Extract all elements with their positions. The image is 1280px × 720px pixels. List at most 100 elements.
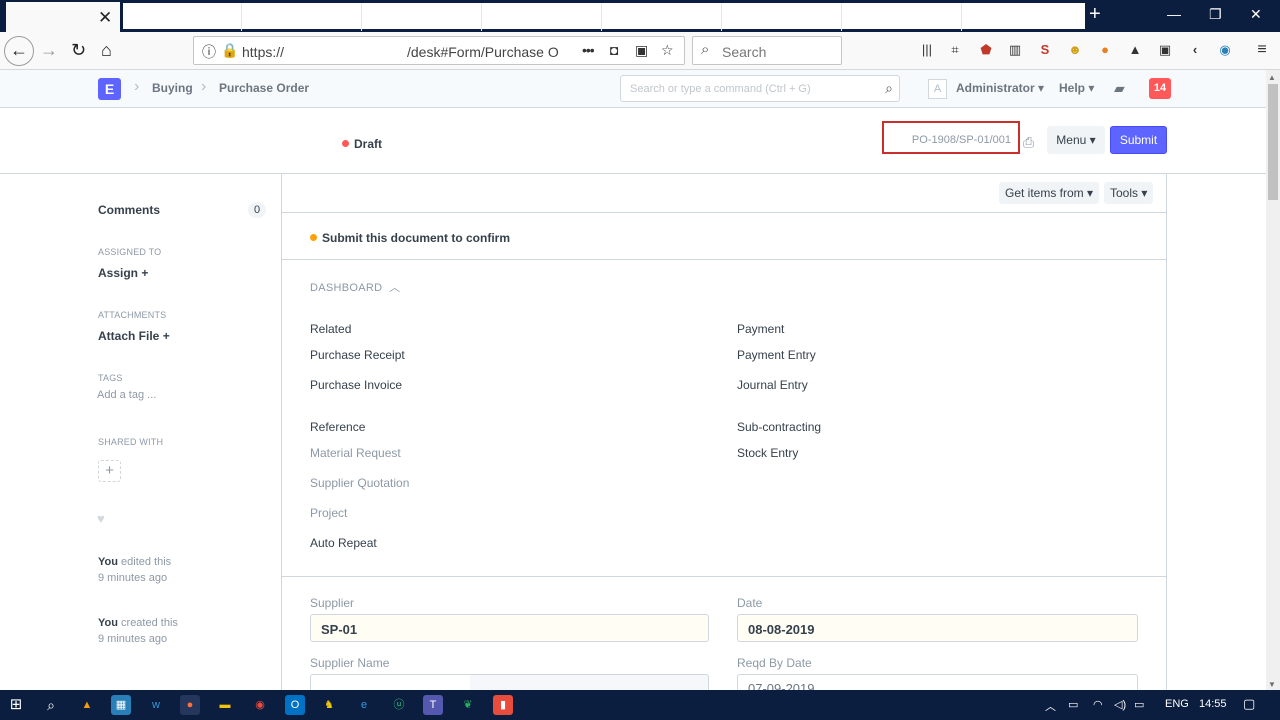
tray-keyboard-icon[interactable]: ▭	[1134, 698, 1144, 711]
breadcrumb-buying[interactable]: Buying	[152, 81, 193, 95]
tray-chevron-icon[interactable]: ︿	[1045, 698, 1056, 714]
windows-start-icon[interactable]: ⊞	[6, 695, 26, 715]
crop-icon[interactable]: ⌗	[946, 41, 964, 59]
tray-volume-icon[interactable]: ◁)	[1114, 698, 1126, 711]
tray-battery-icon[interactable]: ▭	[1068, 698, 1078, 711]
app-icon[interactable]: ▦	[111, 695, 131, 715]
user-menu[interactable]: Administrator ▾	[956, 81, 1044, 95]
extension-arrow-icon[interactable]: ‹	[1186, 41, 1204, 59]
chevron-up-icon: ︿	[389, 282, 401, 294]
browser-navbar: ← → ↻ ⌂ ⓘ 🔒 https:// /desk#Form/Purchase…	[0, 32, 1280, 70]
url-bar[interactable]: ⓘ 🔒 https:// /desk#Form/Purchase O ••• ◘…	[193, 36, 685, 65]
menu-button[interactable]: Menu ▾	[1047, 126, 1105, 154]
restore-icon[interactable]: ❐	[1209, 6, 1222, 23]
dashboard-section-toggle[interactable]: DASHBOARD ︿	[310, 279, 400, 295]
back-icon[interactable]: ←	[4, 36, 34, 66]
reqd-by-date-field[interactable]: 07-09-2019	[737, 674, 1138, 690]
app-leaf-icon[interactable]: ❦	[458, 695, 478, 715]
scroll-down-icon[interactable]: ▼	[1268, 680, 1276, 689]
library-icon[interactable]: |||	[918, 41, 936, 59]
edge-icon[interactable]: e	[354, 695, 374, 715]
tab-close-icon[interactable]: ✕	[98, 8, 112, 28]
extension-ball-icon[interactable]: ●	[1096, 41, 1114, 59]
browser-tab-active[interactable]: ✕	[6, 2, 120, 32]
sidebar-icon[interactable]: ▥	[1006, 41, 1024, 59]
breadcrumb-purchase-order[interactable]: Purchase Order	[219, 81, 309, 95]
lock-icon[interactable]: 🔒	[221, 42, 238, 59]
extension-face-icon[interactable]: ☻	[1066, 41, 1084, 59]
doc-name-highlight: PO-1908/SP-01/001	[882, 121, 1020, 154]
notification-badge[interactable]: 14	[1149, 78, 1171, 99]
reload-icon[interactable]: ↻	[71, 40, 86, 60]
dashboard-link-payment-entry[interactable]: Payment Entry	[737, 348, 816, 362]
add-tag-link[interactable]: Add a tag ...	[97, 389, 156, 401]
teams-icon[interactable]: T	[423, 695, 443, 715]
tray-wifi-icon[interactable]: ◠	[1093, 698, 1103, 711]
browser-tab-bar: ✕ + — ❐ ✕	[0, 0, 1280, 32]
app-pdf-icon[interactable]: ▮	[493, 695, 513, 715]
app-logo[interactable]: E	[98, 78, 121, 100]
extension-box-icon[interactable]: ▣	[1156, 41, 1174, 59]
get-items-from-button[interactable]: Get items from ▾	[999, 182, 1100, 204]
dashboard-link-project[interactable]: Project	[310, 506, 347, 520]
taskbar-search-icon[interactable]: ⌕	[41, 695, 61, 715]
pocket-icon[interactable]: ◘	[610, 42, 618, 58]
info-icon[interactable]: ⓘ	[202, 42, 216, 62]
date-field[interactable]: 08-08-2019	[737, 614, 1138, 642]
scroll-up-icon[interactable]: ▲	[1268, 73, 1276, 82]
window-close-icon[interactable]: ✕	[1250, 6, 1262, 23]
tray-clock[interactable]: 14:55	[1199, 698, 1227, 710]
dashboard-link-purchase-invoice[interactable]: Purchase Invoice	[310, 378, 402, 392]
app-w-icon[interactable]: w	[146, 695, 166, 715]
attach-file-button[interactable]: Attach File +	[98, 329, 170, 343]
tools-button[interactable]: Tools ▾	[1104, 182, 1154, 204]
help-menu[interactable]: Help ▾	[1059, 81, 1094, 95]
action-center-icon[interactable]: ▢	[1243, 696, 1255, 712]
outlook-icon[interactable]: O	[285, 695, 305, 715]
submit-button[interactable]: Submit	[1110, 126, 1167, 154]
avatar[interactable]: A	[928, 79, 947, 99]
assign-button[interactable]: Assign +	[98, 266, 148, 280]
firefox-icon[interactable]: ●	[180, 695, 200, 715]
supplier-name-label: Supplier Name	[310, 656, 390, 670]
comments-count-badge: 0	[248, 202, 266, 218]
print-icon[interactable]: ⎙	[1023, 134, 1034, 151]
browser-tab-strip[interactable]	[122, 2, 1086, 31]
file-explorer-icon[interactable]: ▬	[215, 695, 235, 715]
dashboard-link-auto-repeat[interactable]: Auto Repeat	[310, 536, 377, 550]
chat-icon[interactable]: ▰	[1114, 80, 1125, 97]
extension-s-icon[interactable]: S	[1036, 41, 1054, 59]
dashboard-link-stock-entry[interactable]: Stock Entry	[737, 446, 798, 460]
dashboard-link-purchase-receipt[interactable]: Purchase Receipt	[310, 348, 405, 362]
comments-title[interactable]: Comments	[98, 203, 160, 217]
home-icon[interactable]: ⌂	[101, 40, 112, 60]
breadcrumb-chevron-icon: ›	[134, 78, 140, 95]
vlc-icon[interactable]: ▲	[77, 695, 97, 715]
browser-search-input[interactable]: ⌕ Search	[692, 36, 842, 65]
new-tab-icon[interactable]: +	[1089, 4, 1101, 24]
dashboard-link-material-request[interactable]: Material Request	[310, 446, 401, 460]
like-heart-icon[interactable]: ♥	[97, 511, 105, 526]
scrollbar-thumb[interactable]	[1268, 84, 1278, 200]
ublock-icon[interactable]: ⬟	[977, 41, 995, 59]
add-share-button[interactable]: +	[98, 460, 121, 482]
reader-icon[interactable]: ▣	[635, 42, 648, 59]
extension-globe-icon[interactable]: ◉	[1216, 41, 1234, 59]
app-u-icon[interactable]: ⓤ	[389, 695, 409, 715]
page-actions-icon[interactable]: •••	[582, 42, 595, 58]
dashboard-link-supplier-quotation[interactable]: Supplier Quotation	[310, 476, 409, 490]
bookmark-star-icon[interactable]: ☆	[661, 42, 674, 59]
extension-mask-icon[interactable]: ▲	[1126, 41, 1144, 59]
dashboard-link-journal-entry[interactable]: Journal Entry	[737, 378, 808, 392]
tray-language[interactable]: ENG	[1165, 698, 1189, 710]
chrome-icon[interactable]: ◉	[250, 695, 270, 715]
command-search-input[interactable]: Search or type a command (Ctrl + G) ⌕	[620, 75, 900, 102]
supplier-label: Supplier	[310, 596, 355, 610]
minimize-icon[interactable]: —	[1167, 6, 1181, 22]
page-head: Draft PO-1908/SP-01/001 ⎙ Menu ▾ Submit	[0, 108, 1266, 174]
forward-icon[interactable]: →	[40, 40, 58, 60]
app-figure-icon[interactable]: ♞	[319, 695, 339, 715]
supplier-field[interactable]: SP-01	[310, 614, 709, 642]
supplier-name-field[interactable]	[310, 674, 709, 690]
hamburger-menu-icon[interactable]: ≡	[1253, 41, 1271, 59]
